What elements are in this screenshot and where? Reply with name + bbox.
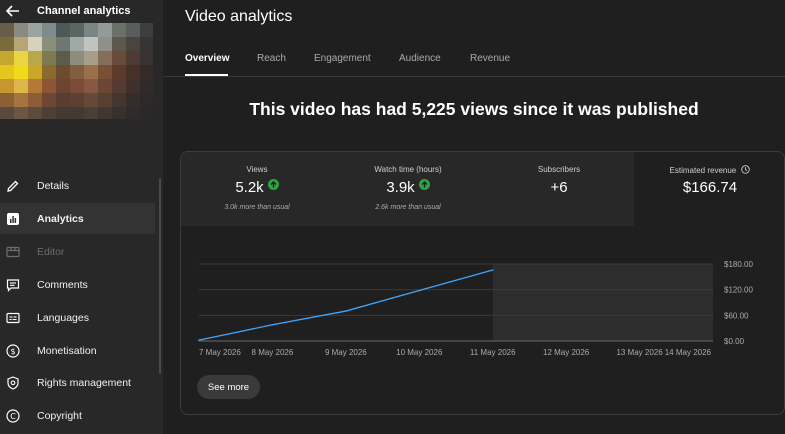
views-headline: This video has had 5,225 views since it … [249, 99, 699, 119]
see-more-button[interactable]: See more [197, 375, 260, 399]
sidebar-item-monetisation[interactable]: $ Monetisation [0, 335, 155, 366]
metric-comparison: 2.6k more than usual [375, 204, 441, 211]
data-point [491, 269, 494, 271]
sidebar-item-details[interactable]: Details [0, 170, 155, 201]
x-tick-label: 7 May 2026 [199, 348, 241, 357]
x-tick-label: 11 May 2026 [470, 348, 516, 357]
svg-text:$: $ [10, 347, 15, 356]
pencil-icon [5, 178, 21, 194]
metric-label: Subscribers [537, 165, 581, 174]
sidebar-item-analytics[interactable]: Analytics [0, 203, 155, 234]
metric-label: Estimated revenue [669, 166, 737, 175]
back-arrow-icon[interactable] [4, 2, 22, 20]
sidebar: Channel analytics Details Analytics Edit… [0, 0, 163, 434]
metric-comparison: 3.0k more than usual [224, 204, 290, 211]
metric-value: $166.74 [682, 179, 738, 196]
x-tick-label: 10 May 2026 [396, 348, 443, 357]
main-content: Video analytics Overview Reach Engagemen… [163, 0, 785, 434]
x-tick-label: 14 May 2026 [665, 348, 712, 357]
tab-audience[interactable]: Audience [399, 53, 441, 64]
sidebar-item-editor: Editor [0, 236, 155, 267]
y-tick-label: $60.00 [724, 311, 749, 320]
metric-views[interactable]: Views 5.2k 3.0k more than usual [181, 152, 333, 226]
data-point [271, 323, 274, 326]
sidebar-item-languages[interactable]: Languages [0, 302, 155, 333]
metric-value: 3.9k [386, 179, 415, 196]
sidebar-item-rights-management[interactable]: Rights management [0, 367, 155, 398]
sidebar-item-copyright[interactable]: C Copyright [0, 400, 155, 431]
sidebar-header: Channel analytics [0, 0, 163, 24]
tab-engagement[interactable]: Engagement [314, 53, 371, 64]
data-point [198, 339, 200, 341]
copyright-icon: C [5, 408, 21, 424]
analytics-icon [5, 211, 21, 227]
metric-label: Views [246, 165, 268, 174]
tab-revenue[interactable]: Revenue [470, 53, 510, 64]
comments-icon [5, 277, 21, 293]
analytics-card: Views 5.2k 3.0k more than usual Watch ti… [180, 151, 785, 415]
x-tick-label: 9 May 2026 [325, 348, 367, 357]
revenue-chart: $0.00 $60.00 $120.00 $180.00 7 May 2026 8 May… [198, 260, 753, 357]
editor-icon [5, 244, 21, 260]
tab-overview[interactable]: Overview [185, 53, 229, 64]
x-tick-label: 8 May 2026 [252, 348, 294, 357]
sidebar-item-comments[interactable]: Comments [0, 269, 155, 300]
series-line [198, 269, 493, 341]
trend-up-icon [267, 179, 279, 190]
metric-value: +6 [550, 179, 568, 196]
tab-reach[interactable]: Reach [257, 53, 286, 64]
y-tick-label: $180.00 [724, 260, 753, 269]
y-tick-label: $0.00 [724, 337, 745, 346]
dollar-icon: $ [5, 343, 21, 359]
x-tick-label: 12 May 2026 [543, 348, 590, 357]
video-thumbnail[interactable] [0, 23, 153, 119]
metric-estimated-revenue[interactable]: Estimated revenue $166.74 [634, 152, 784, 226]
metric-subscribers[interactable]: Subscribers +6 [483, 152, 635, 226]
subtitles-icon [5, 310, 21, 326]
tabs-divider [163, 76, 785, 77]
data-point [418, 289, 421, 292]
sidebar-title: Channel analytics [37, 5, 131, 17]
clock-icon [741, 165, 751, 176]
data-point [345, 310, 347, 312]
metric-label: Watch time (hours) [374, 165, 442, 174]
page-title: Video analytics [185, 8, 293, 25]
sidebar-scrollbar[interactable] [159, 178, 161, 374]
y-tick-label: $120.00 [724, 286, 753, 295]
svg-text:C: C [10, 412, 16, 421]
trend-up-icon [418, 179, 430, 190]
metric-watch-time[interactable]: Watch time (hours) 3.9k 2.6k more than u… [332, 152, 484, 226]
shield-icon [5, 375, 21, 391]
x-tick-label: 13 May 2026 [616, 348, 663, 357]
future-region [492, 264, 713, 341]
metric-value: 5.2k [235, 179, 264, 196]
